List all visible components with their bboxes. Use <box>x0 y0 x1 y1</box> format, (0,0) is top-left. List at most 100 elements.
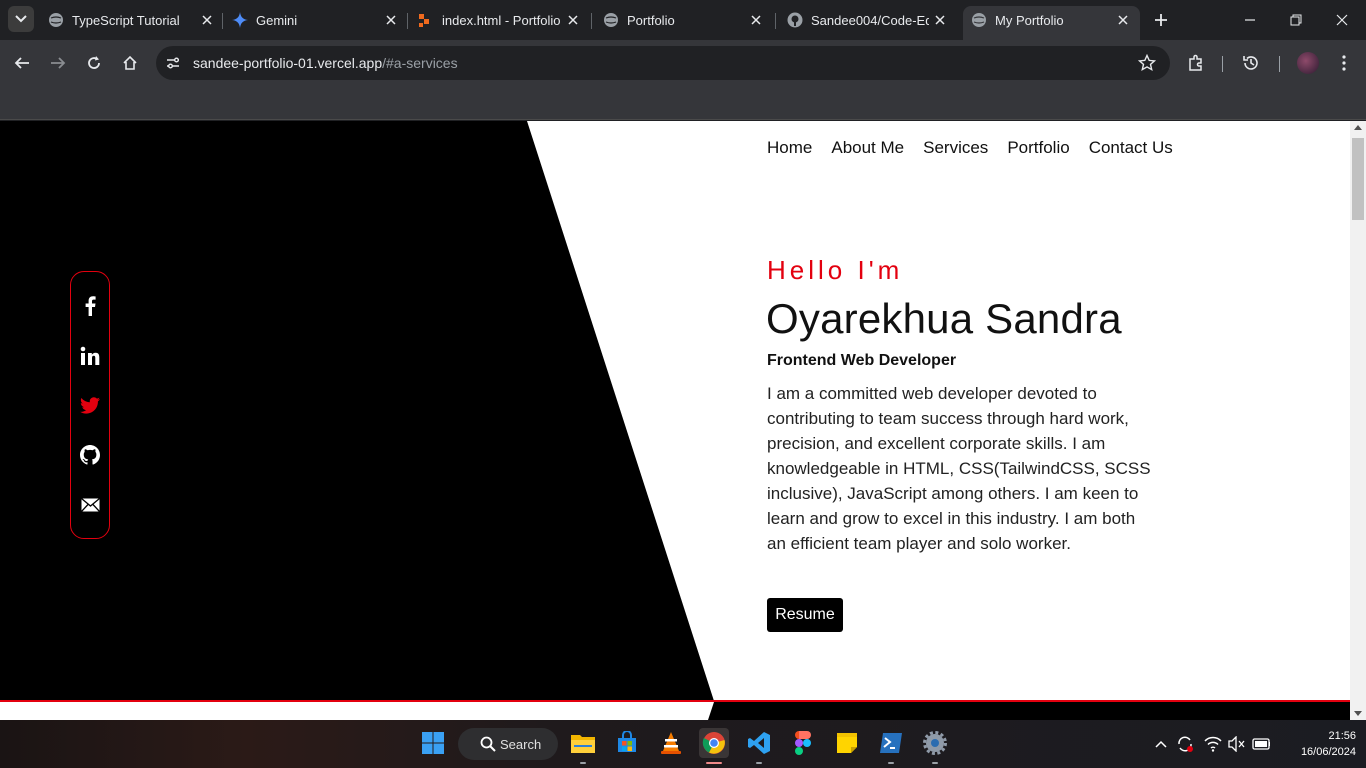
tab-typescript-tutorial[interactable]: TypeScript Tutorial <box>48 6 214 34</box>
history-button[interactable] <box>1238 50 1264 76</box>
tab-separator <box>591 13 592 29</box>
gemini-icon <box>232 12 248 28</box>
close-window-button[interactable] <box>1334 12 1350 28</box>
hero-bio: I am a committed web developer devoted t… <box>767 384 1151 553</box>
sync-icon[interactable] <box>1176 735 1194 753</box>
tab-separator <box>222 13 223 29</box>
close-icon[interactable] <box>200 13 214 27</box>
page-scrollbar[interactable] <box>1350 121 1366 720</box>
nav-portfolio[interactable]: Portfolio <box>1007 138 1069 158</box>
forward-button[interactable] <box>45 50 71 76</box>
running-indicator <box>756 762 762 764</box>
facebook-icon[interactable] <box>80 296 100 316</box>
tab-title: Sandee004/Code-Edi <box>811 12 929 28</box>
bookmark-star-icon[interactable] <box>1137 53 1157 72</box>
extensions-button[interactable] <box>1183 50 1209 76</box>
bookmarks-bar <box>0 86 1366 120</box>
resume-button[interactable]: Resume <box>767 598 843 632</box>
new-tab-button[interactable] <box>1152 11 1170 29</box>
tab-title: Portfolio <box>627 12 675 28</box>
vlc-icon[interactable] <box>656 728 686 758</box>
system-clock[interactable]: 21:56 16/06/2024 <box>1280 728 1356 760</box>
arrow-right-icon <box>51 57 66 69</box>
twitter-icon[interactable] <box>80 395 100 415</box>
hero-greeting: Hello I'm <box>767 255 904 285</box>
chrome-icon[interactable] <box>699 728 729 758</box>
home-button[interactable] <box>117 50 143 76</box>
restore-button[interactable] <box>1288 12 1304 28</box>
close-icon[interactable] <box>933 13 947 27</box>
windows-start-icon[interactable] <box>418 728 448 758</box>
github-icon[interactable] <box>80 445 100 465</box>
volume-muted-icon[interactable] <box>1228 735 1246 753</box>
plus-icon <box>1155 14 1167 26</box>
mail-icon[interactable] <box>80 495 100 515</box>
search-icon <box>480 736 496 752</box>
close-icon[interactable] <box>566 13 580 27</box>
running-indicator <box>706 762 722 764</box>
codepen-icon <box>418 12 434 28</box>
tab-search-button[interactable] <box>8 6 34 32</box>
tab-portfolio[interactable]: Portfolio <box>603 6 763 34</box>
nav-home[interactable]: Home <box>767 138 812 158</box>
tab-separator <box>775 13 776 29</box>
nav-contact-us[interactable]: Contact Us <box>1089 138 1173 158</box>
tab-strip: TypeScript Tutorial Gemini index.html - … <box>0 0 1366 40</box>
url-text: sandee-portfolio-01.vercel.app/#a-servic… <box>193 55 458 71</box>
wifi-icon[interactable] <box>1204 735 1222 753</box>
taskbar-search[interactable]: Search <box>458 728 558 760</box>
history-icon <box>1243 56 1258 70</box>
url-path: /#a-services <box>382 55 458 71</box>
reload-button[interactable] <box>81 50 107 76</box>
globe-icon <box>971 12 987 28</box>
toolbar-divider <box>1279 56 1280 72</box>
running-indicator <box>580 762 586 764</box>
microsoft-store-icon[interactable] <box>612 728 642 758</box>
tab-github-repo[interactable]: Sandee004/Code-Edi <box>787 6 947 34</box>
profile-avatar[interactable] <box>1297 52 1319 74</box>
page-viewport: Home About Me Services Portfolio Contact… <box>0 121 1350 720</box>
home-icon <box>123 55 137 70</box>
running-indicator <box>888 762 894 764</box>
windows-taskbar: Search 21:56 16/06/2024 <box>0 720 1366 768</box>
settings-icon[interactable] <box>920 728 950 758</box>
more-vertical-icon <box>1342 55 1346 71</box>
tab-separator <box>407 13 408 29</box>
close-icon[interactable] <box>749 13 763 27</box>
site-info-icon[interactable] <box>164 54 182 72</box>
scrollbar-thumb[interactable] <box>1352 138 1364 220</box>
battery-icon[interactable] <box>1252 735 1270 753</box>
file-explorer-icon[interactable] <box>568 728 598 758</box>
address-bar[interactable]: sandee-portfolio-01.vercel.app/#a-servic… <box>156 46 1170 80</box>
clock-date: 16/06/2024 <box>1300 746 1356 758</box>
clock-time: 21:56 <box>1328 730 1356 742</box>
social-links <box>70 271 110 539</box>
linkedin-icon[interactable] <box>80 346 100 366</box>
powershell-icon[interactable] <box>876 728 906 758</box>
taskbar-search-label: Search <box>500 736 542 752</box>
figma-icon[interactable] <box>788 728 818 758</box>
tab-my-portfolio[interactable]: My Portfolio <box>963 6 1140 40</box>
back-button[interactable] <box>9 50 35 76</box>
site-nav: Home About Me Services Portfolio Contact… <box>767 138 1173 158</box>
vscode-icon[interactable] <box>744 728 774 758</box>
close-icon[interactable] <box>384 13 398 27</box>
sticky-notes-icon[interactable] <box>832 728 862 758</box>
puzzle-icon <box>1189 54 1202 71</box>
toolbar-divider <box>1222 56 1223 72</box>
tab-gemini[interactable]: Gemini <box>232 6 398 34</box>
tab-title: TypeScript Tutorial <box>72 12 180 28</box>
globe-icon <box>48 12 64 28</box>
close-icon[interactable] <box>1116 13 1130 27</box>
hero-name: Oyarekhua Sandra <box>766 295 1122 342</box>
minimize-button[interactable] <box>1242 12 1258 28</box>
scroll-down-arrow[interactable] <box>1354 711 1362 716</box>
hero-role: Frontend Web Developer <box>767 352 957 369</box>
menu-button[interactable] <box>1331 50 1357 76</box>
nav-services[interactable]: Services <box>923 138 988 158</box>
tab-index-html[interactable]: index.html - Portfolio <box>418 6 580 34</box>
url-domain: sandee-portfolio-01.vercel.app <box>193 55 383 71</box>
scroll-up-arrow[interactable] <box>1354 125 1362 130</box>
nav-about-me[interactable]: About Me <box>831 138 904 158</box>
chevron-up-icon[interactable] <box>1152 735 1170 753</box>
